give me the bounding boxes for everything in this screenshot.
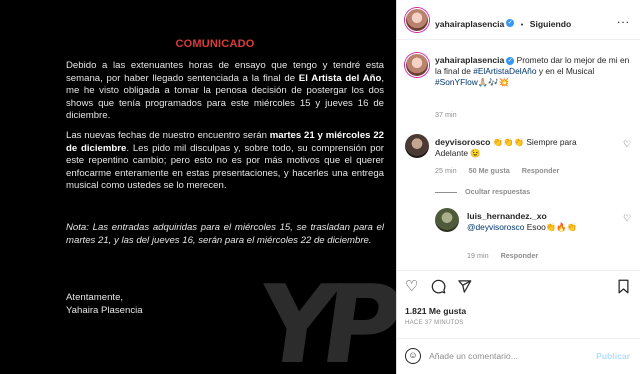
hashtag-link[interactable]: #SonYFlow <box>435 77 478 87</box>
reply-meta: 19 min Responder <box>467 251 538 260</box>
post-time-ago[interactable]: HACE 37 MINUTOS <box>405 320 464 326</box>
commenter-avatar[interactable] <box>405 134 429 158</box>
comment-time[interactable]: 25 min <box>435 166 457 175</box>
reply-time[interactable]: 19 min <box>467 251 489 260</box>
caption-text: yahairaplasencia ✓ Prometo dar lo mejor d… <box>435 55 630 87</box>
caption-emojis: 🙏🏼🎶💥 <box>477 77 510 87</box>
statement-note: Nota: Las entradas adquiridas para el mi… <box>66 222 384 246</box>
statement-paragraph-2: Las nuevas fechas de nuestro encuentro s… <box>66 130 385 192</box>
hide-replies-toggle[interactable]: Ocultar respuestas <box>435 187 530 196</box>
yp-watermark-logo: YP <box>249 263 396 374</box>
publish-button[interactable]: Publicar <box>596 351 630 361</box>
statement-title: COMUNICADO <box>175 38 255 50</box>
commenter-username[interactable]: deyvisorosco <box>435 137 490 147</box>
like-comment-heart-icon[interactable]: ♡ <box>623 139 631 150</box>
caption-avatar[interactable] <box>405 53 429 77</box>
replies-line <box>435 191 457 193</box>
author-username[interactable]: yahairaplasencia <box>435 19 504 29</box>
reply-avatar[interactable] <box>435 208 459 232</box>
share-send-icon[interactable] <box>457 279 472 297</box>
like-reply-heart-icon[interactable]: ♡ <box>623 213 631 224</box>
post-header: yahairaplasencia ✓ • Siguiendo ... <box>397 0 640 40</box>
mention-link[interactable]: @deyvisorosco <box>467 222 524 232</box>
reply-username[interactable]: luis_hernandez._xo <box>467 211 547 221</box>
hashtag-link[interactable]: #ElArtistaDelAño <box>473 66 536 76</box>
caption-timestamp[interactable]: 37 min <box>435 110 457 119</box>
statement-closing: Atentamente, <box>66 292 124 303</box>
likes-count[interactable]: 1.821 Me gusta <box>405 306 466 316</box>
reply-button[interactable]: Responder <box>501 251 539 260</box>
comment-bubble-icon[interactable] <box>431 279 446 296</box>
save-bookmark-icon[interactable] <box>617 279 630 297</box>
reply-text: luis_hernandez._xo @deyvisorosco Esoo👏🔥👏 <box>467 211 578 232</box>
statement-paragraph-1: Debido a las extenuantes horas de ensayo… <box>66 60 384 122</box>
following-button[interactable]: Siguiendo <box>530 19 572 29</box>
comment-text: deyvisorosco 👏👏👏 Siempre para Adelante 😉 <box>435 137 577 158</box>
emoji-picker-icon[interactable]: ☺ <box>405 348 421 364</box>
more-options-icon[interactable]: ... <box>617 12 630 26</box>
comment-likes[interactable]: 50 Me gusta <box>469 166 510 175</box>
comment-input[interactable] <box>429 347 579 365</box>
post-side-panel: yahairaplasencia ✓ • Siguiendo ... yahair… <box>397 0 640 374</box>
comment-meta: 25 min 50 Me gusta Responder <box>435 166 559 175</box>
verified-badge-icon: ✓ <box>506 18 515 27</box>
header-separator: • <box>520 20 524 29</box>
caption-username[interactable]: yahairaplasencia <box>435 55 504 65</box>
like-heart-icon[interactable]: ♡ <box>405 279 418 294</box>
reply-button[interactable]: Responder <box>522 166 560 175</box>
comment-bar: ☺ Publicar <box>397 338 640 374</box>
statement-signature: Yahaira Plasencia <box>66 305 143 316</box>
post-image[interactable]: YP COMUNICADO Debido a las extenuantes h… <box>0 0 396 374</box>
author-avatar[interactable] <box>405 8 429 32</box>
